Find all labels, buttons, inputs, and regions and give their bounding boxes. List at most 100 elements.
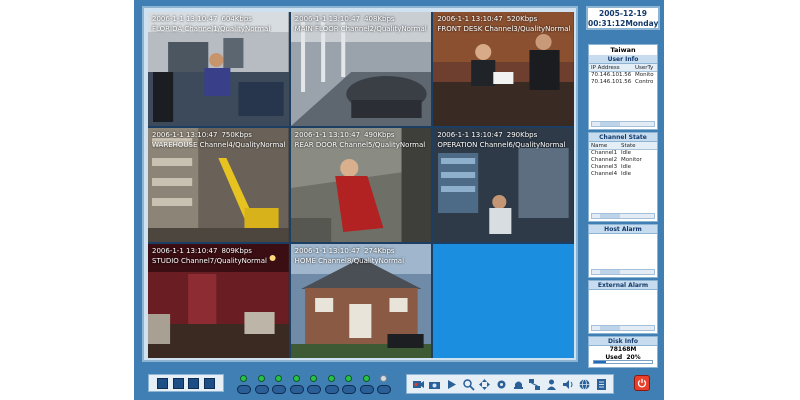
channel-9-button[interactable] [376, 374, 392, 396]
status-led-icon [292, 375, 300, 382]
disk-usage-fill [594, 361, 606, 363]
horizontal-scrollbar[interactable] [591, 213, 655, 219]
channel-state-header: Channel State [589, 133, 657, 142]
channel-caption: FRONT DESK Channel3/QualityNormal [437, 25, 571, 33]
camera-icon [377, 385, 391, 394]
record-icon[interactable] [412, 378, 425, 391]
user-icon[interactable] [545, 378, 558, 391]
ip-address: 70.146.101.56 [591, 79, 632, 85]
disk-usage-bar [593, 360, 653, 364]
horizontal-scrollbar[interactable] [591, 269, 655, 275]
channel-status: Monitor [621, 157, 642, 163]
column-header[interactable]: State [621, 142, 657, 149]
status-led-icon [327, 375, 335, 382]
layout-3x3-button[interactable] [188, 377, 200, 389]
search-icon[interactable] [462, 378, 475, 391]
channel-caption: FLORIDA Channel1/QualityNormal [152, 25, 271, 33]
user-info-table: IP Address UserTy 70.146.101.56 Monito 7… [589, 64, 657, 86]
channel-overlay: 2006-1-1 13:10:47 290Kbps OPERATION Chann… [437, 130, 565, 150]
scrollbar-thumb[interactable] [600, 214, 620, 218]
bitrate: 274Kbps [364, 247, 395, 255]
log-icon[interactable] [595, 378, 608, 391]
layout-4x4-button[interactable] [203, 377, 215, 389]
video-cell-channel6[interactable]: 2006-1-1 13:10:47 290Kbps OPERATION Chann… [433, 128, 574, 242]
channel-caption: MAIN FLOOR Channel2/QualityNormal [294, 25, 427, 33]
timestamp: 2006-1-1 13:10:47 [152, 247, 218, 255]
channel-6-button[interactable] [324, 374, 340, 396]
channel-overlay: 2006-1-1 13:10:47 520Kbps FRONT DESK Chan… [437, 14, 570, 34]
dvr-client-window: 2006-1-1 13:10:47 604Kbps FLORIDA Channel… [134, 0, 664, 400]
channel-caption: HOME Channel8/QualityNormal [294, 257, 405, 265]
channel-1-button[interactable] [236, 374, 252, 396]
timestamp: 2006-1-1 13:10:47 [152, 131, 218, 139]
channel-status: Idle [621, 164, 632, 170]
channel-name: Channel3 [591, 164, 618, 170]
status-led-icon [345, 375, 352, 382]
status-led-icon [275, 375, 282, 382]
video-cell-channel4[interactable]: 2006-1-1 13:10:47 750Kbps WAREHOUSE Chann… [148, 128, 289, 242]
globe-icon[interactable] [578, 378, 591, 391]
video-cell-channel5[interactable]: 2006-1-1 13:10:47 490Kbps REAR DOOR Chann… [290, 128, 432, 242]
alarm-icon[interactable] [512, 378, 525, 391]
camera-icon [272, 385, 286, 394]
bitrate: 750Kbps [221, 131, 252, 139]
channel-4-button[interactable] [289, 374, 305, 396]
scrollbar-thumb[interactable] [600, 326, 620, 330]
column-header[interactable]: UserTy [635, 64, 657, 71]
clock-weekday: Monday [625, 19, 659, 28]
scrollbar-thumb[interactable] [600, 270, 620, 274]
camera-icon [289, 385, 304, 394]
playback-icon[interactable] [445, 378, 458, 391]
channel-overlay: 2006-1-1 13:10:47 750Kbps WAREHOUSE Chann… [152, 130, 286, 150]
channel-8-button[interactable] [359, 374, 375, 396]
video-cell-channel7[interactable]: 2006-1-1 13:10:47 809Kbps STUDIO Channel7… [148, 244, 289, 358]
video-cell-channel3[interactable]: 2006-1-1 13:10:47 520Kbps FRONT DESK Chan… [433, 12, 574, 126]
right-panel: 2005-12-19 00:31:12Monday Taiwan User In… [586, 6, 660, 368]
config-icon[interactable] [495, 378, 508, 391]
horizontal-scrollbar[interactable] [591, 325, 655, 331]
disk-free-space: 78168M [609, 346, 637, 353]
table-row[interactable]: Channel2 Monitor [589, 157, 657, 164]
power-button[interactable] [634, 375, 650, 391]
channel-caption: STUDIO Channel7/QualityNormal [152, 257, 267, 265]
table-row[interactable]: 70.146.101.56 Contro [589, 79, 657, 86]
channel-5-button[interactable] [306, 374, 322, 396]
camera-icon [324, 385, 339, 394]
scrollbar-thumb[interactable] [600, 122, 620, 126]
column-header[interactable]: IP Address [589, 64, 635, 71]
table-row[interactable]: 70.146.101.56 Monito [589, 72, 657, 79]
network-icon[interactable] [528, 378, 541, 391]
channel-status: Idle [621, 150, 632, 156]
disk-info-panel: Disk Info 78168M Used 20% [588, 336, 658, 368]
channel-2-button[interactable] [254, 374, 270, 396]
host-alarm-panel: Host Alarm [588, 224, 658, 278]
video-cell-channel1[interactable]: 2006-1-1 13:10:47 604Kbps FLORIDA Channel… [148, 12, 289, 126]
channel-3-button[interactable] [271, 374, 287, 396]
table-row[interactable]: Channel4 Idle [589, 171, 657, 178]
column-header[interactable]: Name [589, 142, 621, 149]
channel-status: Idle [621, 171, 632, 177]
channel-7-button[interactable] [341, 374, 357, 396]
bitrate: 604Kbps [221, 15, 252, 23]
sound-icon[interactable] [562, 378, 575, 391]
layout-1x1-button[interactable] [157, 377, 169, 389]
video-cell-channel2[interactable]: 2006-1-1 13:10:47 408Kbps MAIN FLOOR Chan… [290, 12, 432, 126]
table-row[interactable]: Channel3 Idle [589, 164, 657, 171]
horizontal-scrollbar[interactable] [591, 121, 655, 127]
ptz-icon[interactable] [478, 378, 491, 391]
layout-2x2-button[interactable] [172, 377, 184, 389]
bitrate: 408Kbps [364, 15, 395, 23]
video-cell-empty[interactable] [433, 244, 574, 358]
snapshot-icon[interactable] [428, 378, 441, 391]
user-type: Monito [635, 72, 654, 78]
power-icon [637, 378, 647, 388]
camera-icon [359, 385, 374, 394]
ip-address: 70.146.101.56 [591, 72, 632, 78]
camera-icon [237, 385, 251, 394]
video-frame: 2006-1-1 13:10:47 604Kbps FLORIDA Channel… [142, 6, 578, 362]
timestamp: 2006-1-1 13:10:47 [294, 131, 361, 139]
table-row[interactable]: Channel1 Idle [589, 150, 657, 157]
bitrate: 290Kbps [506, 131, 538, 139]
video-cell-channel8[interactable]: 2006-1-1 13:10:47 274Kbps HOME Channel8/Q… [290, 244, 432, 358]
status-led-icon [257, 375, 265, 382]
